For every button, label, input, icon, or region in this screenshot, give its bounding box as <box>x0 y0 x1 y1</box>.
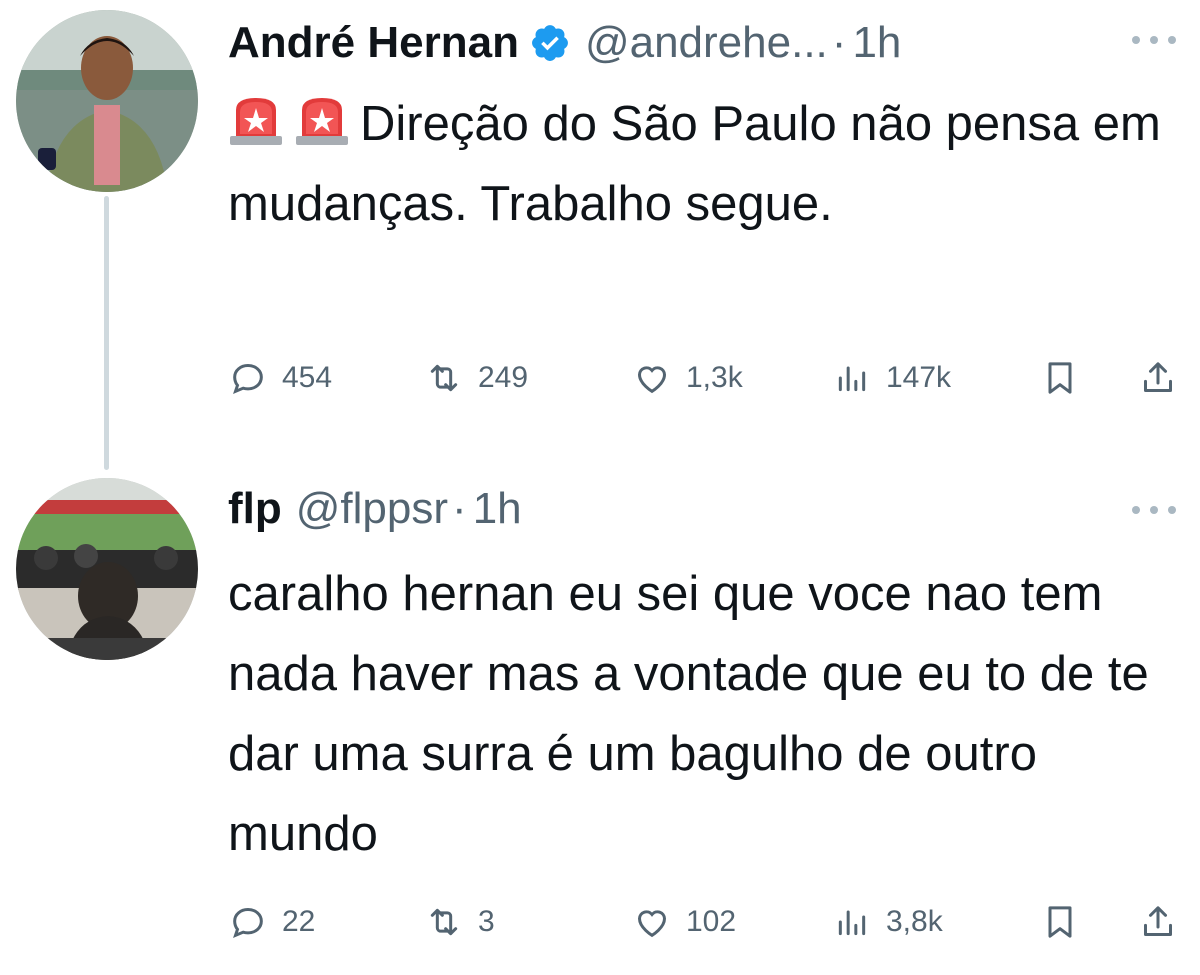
timestamp[interactable]: 1h <box>852 21 901 65</box>
retweet-button[interactable]: 249 <box>424 348 528 408</box>
tweet-header: flp @flppsr · 1h <box>228 474 522 544</box>
reply-count: 22 <box>282 905 316 938</box>
tweet-text: Direção do São Paulo não pensa em mudanç… <box>228 84 1170 244</box>
heart-icon <box>637 366 667 394</box>
tweet-text-content: Direção do São Paulo não pensa em mudanç… <box>228 97 1161 231</box>
tweet[interactable]: flp @flppsr · 1h caralho hernan eu sei q… <box>0 470 1200 975</box>
tweet-text: caralho hernan eu sei que voce nao tem n… <box>228 567 1149 861</box>
separator: · <box>452 484 467 533</box>
action-bar: 454 249 1,3k 147k <box>228 348 1200 408</box>
views-count: 147k <box>886 361 952 394</box>
reply-icon <box>233 907 263 938</box>
author-name[interactable]: André Hernan <box>228 21 519 65</box>
retweet-button[interactable]: 3 <box>424 892 495 952</box>
views-chart-icon <box>838 366 866 392</box>
tweet[interactable]: André Hernan @andrehe... · 1h Direção do… <box>0 0 1200 470</box>
like-count: 1,3k <box>686 361 743 394</box>
retweet-count: 249 <box>478 361 529 394</box>
thread-line <box>104 196 109 470</box>
retweet-icon <box>430 364 458 392</box>
tweet-header: André Hernan @andrehe... · 1h <box>228 8 901 78</box>
verified-badge-icon <box>529 22 571 64</box>
author-name[interactable]: flp <box>228 487 282 531</box>
author-handle[interactable]: @flppsr <box>296 487 448 531</box>
bookmark-icon <box>1048 362 1072 394</box>
separator: · <box>831 18 847 67</box>
views-button[interactable]: 147k <box>832 348 951 408</box>
heart-icon <box>637 910 667 938</box>
retweet-icon <box>430 908 458 936</box>
avatar[interactable] <box>16 478 198 660</box>
like-button[interactable]: 1,3k <box>632 348 743 408</box>
like-count: 102 <box>686 905 737 938</box>
more-options-icon[interactable] <box>1132 30 1176 50</box>
bookmark-icon <box>1048 906 1072 938</box>
share-icon <box>1144 906 1172 936</box>
police-siren-icon <box>228 90 284 145</box>
bookmark-button[interactable] <box>1040 892 1080 952</box>
bookmark-button[interactable] <box>1040 348 1080 408</box>
timestamp[interactable]: 1h <box>473 487 522 531</box>
share-button[interactable] <box>1138 348 1178 408</box>
police-siren-icon <box>294 90 350 145</box>
reply-icon <box>233 363 263 394</box>
reply-count: 454 <box>282 361 333 394</box>
reply-button[interactable]: 22 <box>228 892 315 952</box>
retweet-count: 3 <box>478 905 495 938</box>
like-button[interactable]: 102 <box>632 892 736 952</box>
reply-button[interactable]: 454 <box>228 348 332 408</box>
views-count: 3,8k <box>886 905 943 938</box>
views-chart-icon <box>838 910 866 936</box>
share-button[interactable] <box>1138 892 1178 952</box>
action-bar: 22 3 102 3,8k <box>228 892 1200 952</box>
views-button[interactable]: 3,8k <box>832 892 943 952</box>
avatar[interactable] <box>16 10 198 192</box>
more-options-icon[interactable] <box>1132 500 1176 520</box>
author-handle[interactable]: @andrehe... <box>585 21 828 65</box>
share-icon <box>1144 362 1172 392</box>
